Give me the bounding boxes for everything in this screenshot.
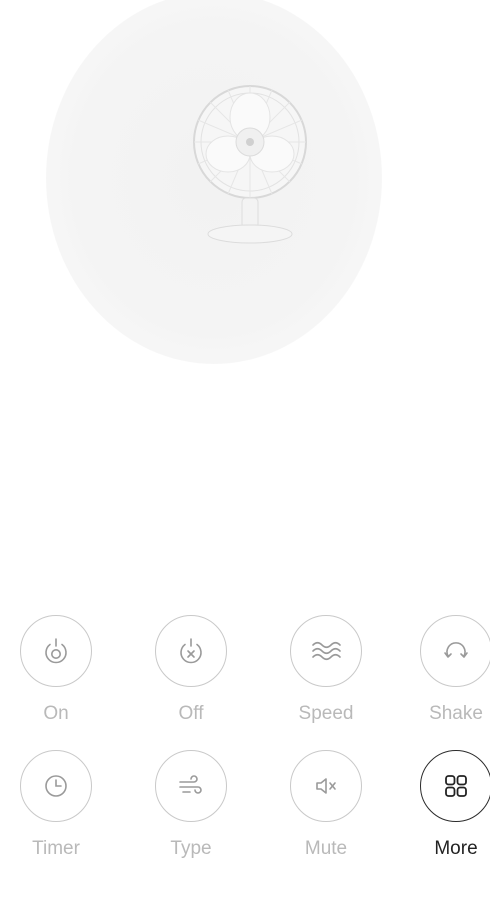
more-button[interactable] [420, 750, 490, 822]
wind-waves-icon [312, 641, 341, 661]
control-mute[interactable]: Mute [273, 735, 383, 885]
desk-fan-image [193, 85, 307, 244]
control-speed[interactable]: Speed [273, 600, 383, 750]
power-on-icon [45, 638, 67, 664]
control-shake[interactable]: Shake [403, 600, 490, 750]
control-more[interactable]: More [403, 735, 490, 885]
type-label: Type [170, 838, 212, 859]
timer-button[interactable] [20, 750, 92, 822]
device-hero [0, 0, 490, 380]
on-button[interactable] [20, 615, 92, 687]
on-label: On [43, 703, 69, 724]
speaker-mute-icon [316, 778, 336, 794]
type-button[interactable] [155, 750, 227, 822]
mute-button[interactable] [290, 750, 362, 822]
controls-panel: On Off Speed Shake Timer Type Mute More [0, 600, 490, 897]
grid-icon [445, 775, 467, 797]
mute-label: Mute [304, 838, 348, 859]
control-on[interactable]: On [3, 600, 113, 750]
control-type[interactable]: Type [138, 735, 248, 885]
more-label: More [434, 838, 478, 859]
speed-button[interactable] [290, 615, 362, 687]
clock-icon [45, 775, 67, 797]
shake-label: Shake [429, 703, 483, 724]
speed-label: Speed [298, 703, 354, 724]
control-off[interactable]: Off [138, 600, 248, 750]
wind-type-icon [179, 775, 202, 794]
off-button[interactable] [155, 615, 227, 687]
shake-button[interactable] [420, 615, 490, 687]
timer-label: Timer [32, 838, 80, 859]
control-timer[interactable]: Timer [3, 735, 113, 885]
off-label: Off [178, 703, 204, 724]
oscillate-icon [444, 642, 468, 658]
power-off-icon [180, 638, 202, 664]
